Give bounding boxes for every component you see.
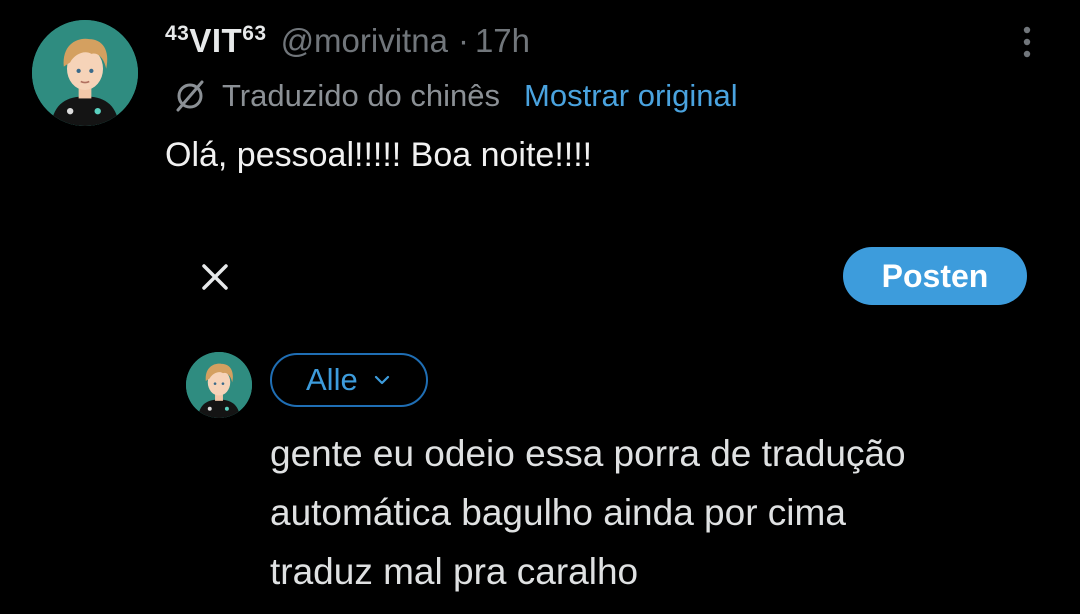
more-vertical-icon[interactable] — [1012, 22, 1042, 62]
tweet-header: 43VIT63 @morivitna · 17h — [165, 18, 530, 64]
tweet-text: Olá, pessoal!!!!! Boa noite!!!! — [165, 136, 593, 174]
audience-selector[interactable]: Alle — [270, 353, 428, 407]
author-display-name[interactable]: 43VIT63 — [165, 22, 267, 60]
composer-avatar[interactable] — [186, 352, 252, 418]
post-button[interactable]: Posten — [843, 247, 1027, 305]
reply-text-line: automática bagulho ainda por cima — [270, 492, 846, 533]
translation-bar: Traduzido do chinês Mostrar original — [172, 74, 738, 118]
reply-text-line: gente eu odeio essa porra de tradução — [270, 433, 906, 474]
chevron-down-icon — [374, 375, 389, 385]
author-handle[interactable]: @morivitna — [281, 22, 448, 60]
close-icon[interactable] — [194, 256, 236, 298]
tweet: 43VIT63 @morivitna · 17h Traduzido do ch… — [0, 0, 1080, 230]
globe-slash-icon — [176, 80, 204, 112]
audience-label: Alle — [306, 362, 358, 397]
author-avatar[interactable] — [32, 20, 138, 126]
reply-text-line: traduz mal pra caralho — [270, 551, 639, 592]
tweet-timestamp[interactable]: 17h — [475, 22, 530, 60]
separator-dot: · — [457, 22, 469, 59]
avatar-illustration — [186, 352, 252, 418]
avatar-illustration — [32, 20, 138, 126]
show-original-link[interactable]: Mostrar original — [524, 78, 738, 114]
translated-from-label: Traduzido do chinês — [222, 78, 501, 113]
reply-text-area[interactable]: gente eu odeio essa porra de tradução au… — [270, 424, 1050, 601]
